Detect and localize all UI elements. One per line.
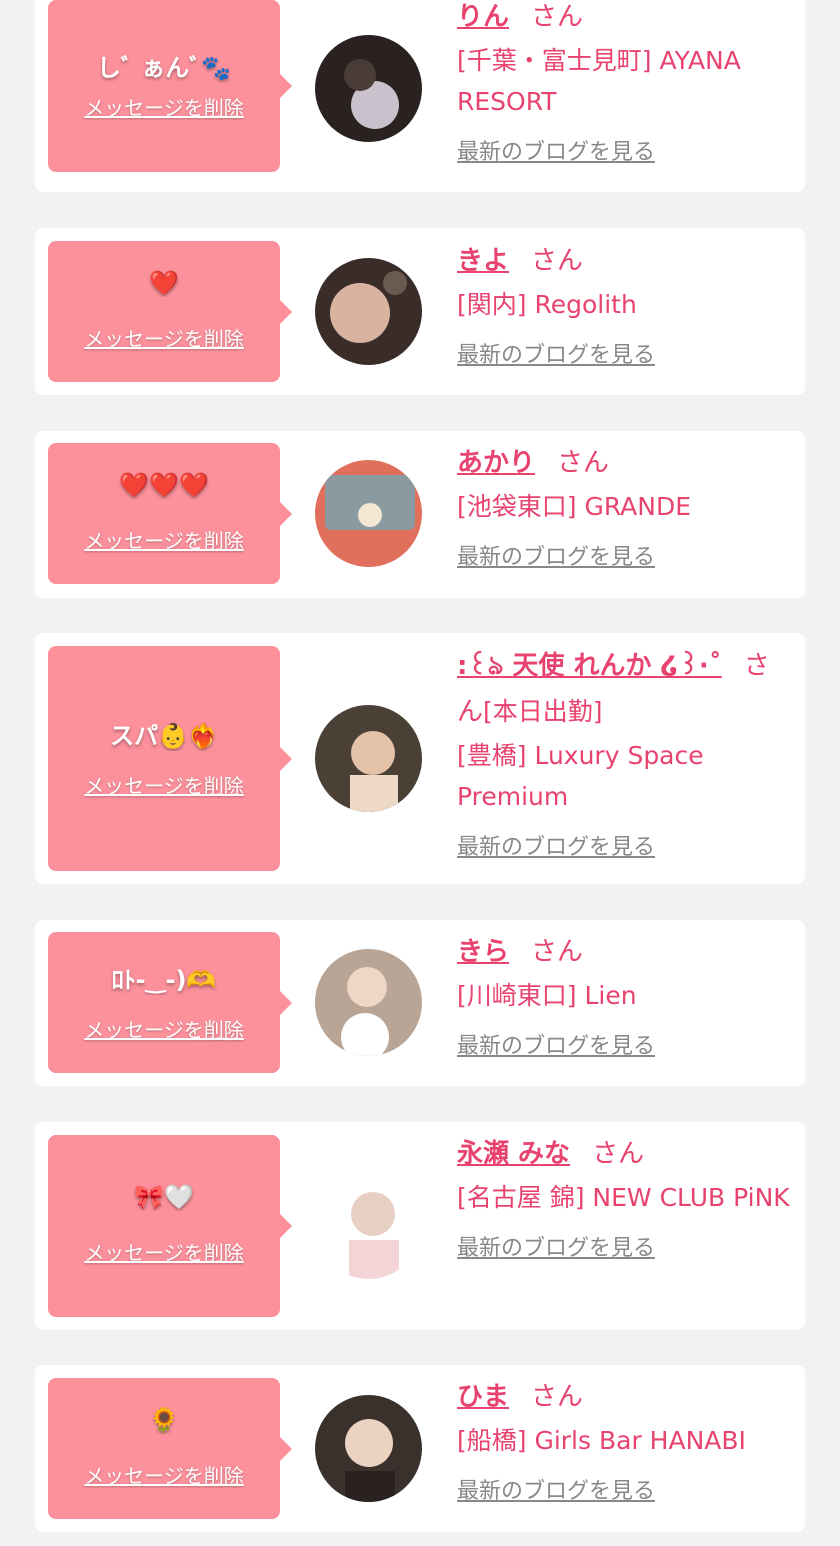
blog-link[interactable]: 最新のブログを見る — [457, 337, 655, 369]
message-card: ﾛﾄ-‿-)🫶 メッセージを削除 きら さん [川崎東口] Lien 最新のブログ… — [35, 920, 805, 1086]
message-text: ❤️❤️❤️ — [119, 471, 209, 499]
message-list: しﾞ ぁんﾞ🐾 メッセージを削除 りん さん [千葉・富士見町] AYANA RE… — [0, 0, 840, 1546]
cast-info: りん さん [千葉・富士見町] AYANA RESORT 最新のブログを見る — [457, 0, 793, 166]
blog-link[interactable]: 最新のブログを見る — [457, 829, 655, 861]
blog-link[interactable]: 最新のブログを見る — [457, 1230, 655, 1262]
message-bubble: ❤️❤️❤️ メッセージを削除 — [48, 443, 292, 584]
cast-name-link[interactable]: ひま — [457, 1382, 509, 1412]
message-card: スパ👶❤️‍🔥 メッセージを削除 :꒰ঌ 天使 れんか ໒꒱·˚ さん[本日出勤]… — [35, 633, 805, 884]
honorific-label: さん — [592, 1139, 645, 1169]
honorific-label: さん — [531, 246, 584, 276]
honorific-label: さん — [531, 2, 584, 32]
cast-name-link[interactable]: きよ — [457, 246, 509, 276]
delete-message-link[interactable]: メッセージを削除 — [48, 1237, 280, 1266]
shop-label: [川崎東口] Lien — [457, 981, 637, 1010]
message-text: ❤️ — [149, 269, 179, 297]
delete-message-link[interactable]: メッセージを削除 — [48, 770, 280, 799]
delete-message-link[interactable]: メッセージを削除 — [48, 92, 280, 121]
blog-link[interactable]: 最新のブログを見る — [457, 1028, 655, 1060]
cast-info: :꒰ঌ 天使 れんか ໒꒱·˚ さん[本日出勤] [豊橋] Luxury Spac… — [457, 643, 793, 861]
honorific-label: さん — [557, 448, 610, 478]
avatar[interactable] — [315, 949, 422, 1056]
message-bubble: 🎀🤍 メッセージを削除 — [48, 1135, 292, 1317]
delete-message-link[interactable]: メッセージを削除 — [48, 525, 280, 554]
cast-name-link[interactable]: あかり — [457, 448, 535, 478]
blog-link[interactable]: 最新のブログを見る — [457, 134, 655, 166]
message-bubble: しﾞ ぁんﾞ🐾 メッセージを削除 — [48, 0, 292, 172]
avatar[interactable] — [315, 705, 422, 812]
delete-message-link[interactable]: メッセージを削除 — [48, 1014, 280, 1043]
shop-label: [千葉・富士見町] AYANA RESORT — [457, 46, 741, 116]
cast-info: きら さん [川崎東口] Lien 最新のブログを見る — [457, 929, 793, 1060]
honorific-label: さん — [531, 937, 584, 967]
avatar[interactable] — [315, 35, 422, 142]
delete-message-link[interactable]: メッセージを削除 — [48, 1460, 280, 1489]
shop-label: [名古屋 錦] NEW CLUB PiNK — [457, 1183, 790, 1212]
cast-info: 永瀬 みな さん [名古屋 錦] NEW CLUB PiNK 最新のブログを見る — [457, 1131, 793, 1262]
message-text: 🎀🤍 — [134, 1183, 194, 1211]
avatar[interactable] — [315, 258, 422, 365]
message-text: ﾛﾄ-‿-)🫶 — [111, 966, 217, 994]
blog-link[interactable]: 最新のブログを見る — [457, 1473, 655, 1505]
shop-label: [豊橋] Luxury Space Premium — [457, 741, 704, 811]
work-status-label: [本日出勤] — [483, 697, 603, 726]
avatar[interactable] — [315, 460, 422, 567]
shop-label: [池袋東口] GRANDE — [457, 492, 692, 521]
message-text: 🌻 — [149, 1406, 179, 1434]
message-text: スパ👶❤️‍🔥 — [110, 722, 218, 750]
message-bubble: 🌻 メッセージを削除 — [48, 1378, 292, 1519]
delete-message-link[interactable]: メッセージを削除 — [48, 323, 280, 352]
blog-link[interactable]: 最新のブログを見る — [457, 539, 655, 571]
cast-name-link[interactable]: りん — [457, 2, 509, 32]
message-card: しﾞ ぁんﾞ🐾 メッセージを削除 りん さん [千葉・富士見町] AYANA RE… — [35, 0, 805, 192]
cast-info: ひま さん [船橋] Girls Bar HANABI 最新のブログを見る — [457, 1374, 793, 1505]
message-bubble: ﾛﾄ-‿-)🫶 メッセージを削除 — [48, 932, 292, 1073]
message-text: しﾞ ぁんﾞ🐾 — [96, 54, 232, 82]
cast-name-link[interactable]: 永瀬 みな — [457, 1139, 570, 1169]
honorific-label: さん — [531, 1382, 584, 1412]
cast-name-link[interactable]: :꒰ঌ 天使 れんか ໒꒱·˚ — [457, 651, 722, 681]
message-card: 🌻 メッセージを削除 ひま さん [船橋] Girls Bar HANABI 最新… — [35, 1365, 805, 1532]
avatar[interactable] — [315, 1172, 422, 1279]
cast-info: きよ さん [関内] Regolith 最新のブログを見る — [457, 238, 793, 369]
shop-label: [関内] Regolith — [457, 290, 637, 319]
message-card: ❤️ メッセージを削除 きよ さん [関内] Regolith 最新のブログを見る — [35, 228, 805, 395]
message-bubble: ❤️ メッセージを削除 — [48, 241, 292, 382]
message-bubble: スパ👶❤️‍🔥 メッセージを削除 — [48, 646, 292, 871]
avatar[interactable] — [315, 1395, 422, 1502]
cast-name-link[interactable]: きら — [457, 937, 509, 967]
message-card: 🎀🤍 メッセージを削除 永瀬 みな さん [名古屋 錦] NEW CLUB PiN… — [35, 1122, 805, 1330]
message-card: ❤️❤️❤️ メッセージを削除 あかり さん [池袋東口] GRANDE 最新のブ… — [35, 431, 805, 598]
cast-info: あかり さん [池袋東口] GRANDE 最新のブログを見る — [457, 440, 793, 571]
shop-label: [船橋] Girls Bar HANABI — [457, 1426, 746, 1455]
